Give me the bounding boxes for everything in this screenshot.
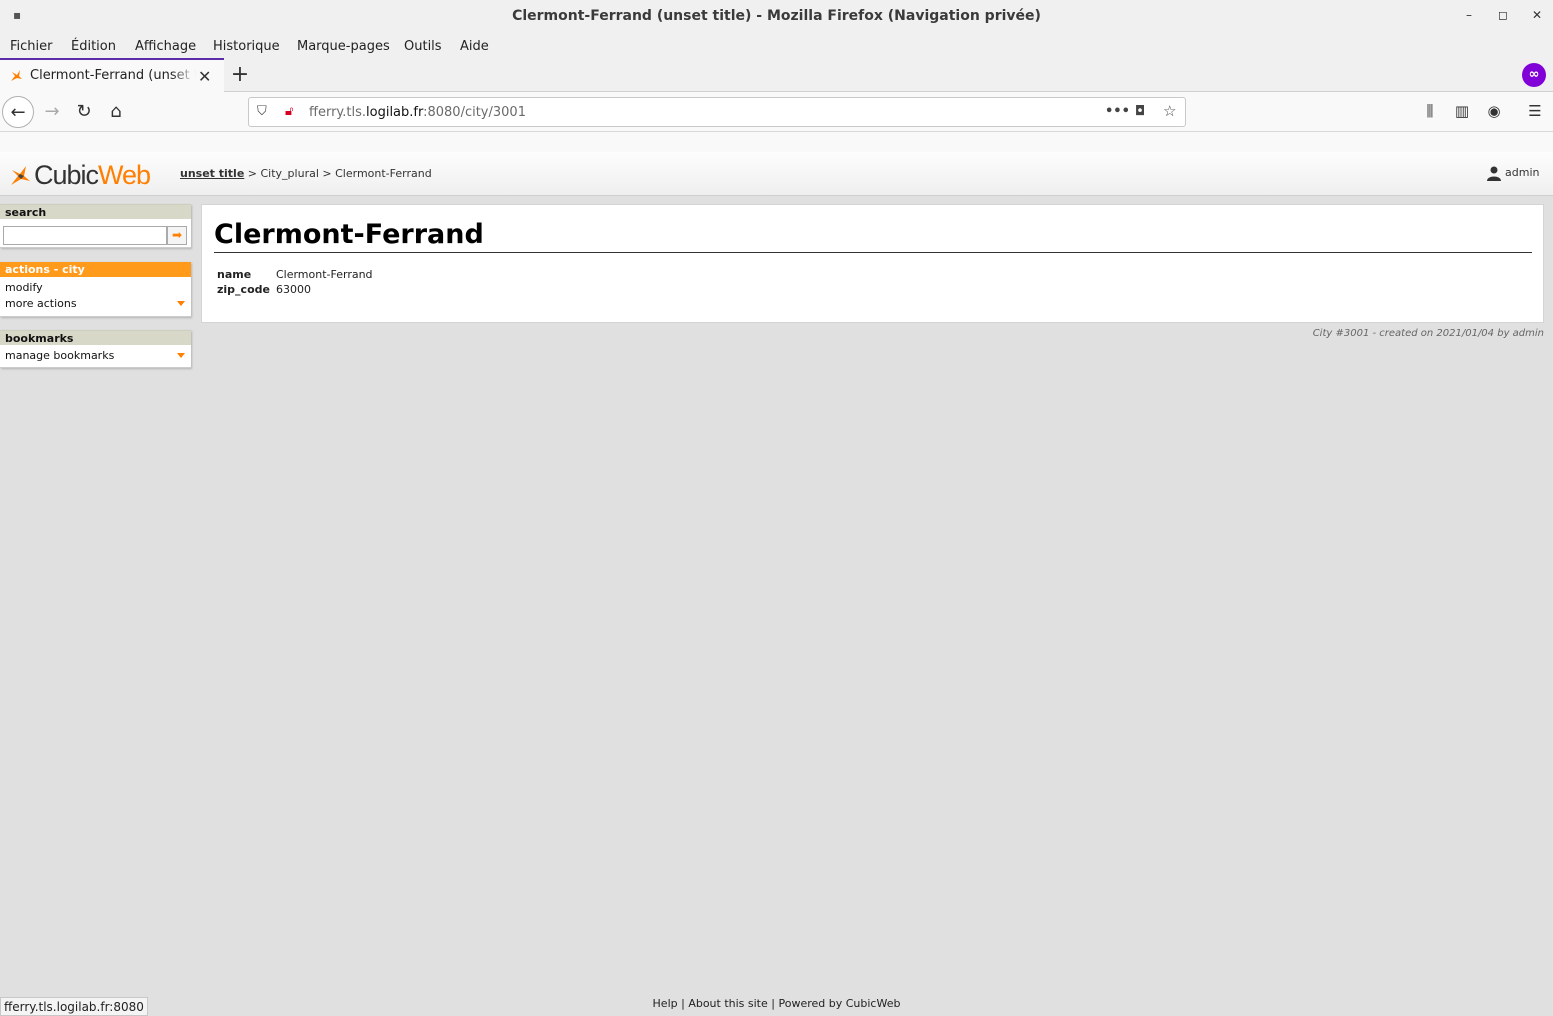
close-tab-icon[interactable]: ✕ bbox=[198, 67, 211, 86]
menu-edition[interactable]: Édition bbox=[71, 39, 116, 54]
tracking-shield-icon[interactable]: ⛉ bbox=[257, 104, 267, 119]
chevron-down-icon[interactable] bbox=[177, 353, 185, 358]
private-browsing-icon: ∞ bbox=[1522, 63, 1546, 87]
navbar: ← → ↻ ⌂ ⛉ 🔓︎ fferry.tls.logilab.fr:8080/… bbox=[0, 92, 1553, 132]
hamburger-menu-icon[interactable]: ☰ bbox=[1524, 102, 1546, 120]
page-title: Clermont-Ferrand bbox=[214, 219, 1532, 253]
cubicweb-favicon-icon bbox=[11, 70, 22, 81]
actions-box: actions - city modify more actions bbox=[0, 262, 191, 317]
attributes-table: name Clermont-Ferrand zip_code 63000 bbox=[215, 267, 375, 297]
library-icon[interactable]: ⫼ bbox=[1419, 102, 1441, 120]
menubar: Fichier Édition Affichage Historique Mar… bbox=[0, 34, 1553, 58]
bookmark-star-icon[interactable]: ☆ bbox=[1163, 102, 1176, 120]
footer-powered-by-link[interactable]: Powered by CubicWeb bbox=[778, 997, 900, 1010]
menu-aide[interactable]: Aide bbox=[460, 39, 489, 54]
user-name: admin bbox=[1505, 166, 1540, 179]
user-menu[interactable]: admin bbox=[1486, 165, 1539, 181]
menu-fichier[interactable]: Fichier bbox=[10, 39, 53, 54]
url-bar[interactable]: ⛉ 🔓︎ fferry.tls.logilab.fr:8080/city/300… bbox=[248, 97, 1186, 127]
status-bar: fferry.tls.logilab.fr:8080 bbox=[0, 997, 148, 1016]
menu-affichage[interactable]: Affichage bbox=[135, 39, 196, 54]
breadcrumb: unset title > City_plural > Clermont-Fer… bbox=[180, 167, 432, 180]
more-actions-label: more actions bbox=[5, 297, 77, 310]
attribute-value: Clermont-Ferrand bbox=[275, 268, 373, 281]
action-more-actions[interactable]: more actions bbox=[0, 296, 191, 312]
logo-text: CubicWeb bbox=[34, 160, 151, 190]
reload-button[interactable]: ↻ bbox=[68, 96, 100, 128]
search-input[interactable] bbox=[3, 226, 167, 245]
search-go-button[interactable]: ➡ bbox=[167, 226, 187, 245]
cw-header: CubicWeb unset title > City_plural > Cle… bbox=[0, 152, 1553, 196]
minimize-button[interactable]: – bbox=[1461, 8, 1477, 22]
breadcrumb-separator: > bbox=[322, 167, 336, 180]
pocket-icon[interactable]: ◘ bbox=[1135, 104, 1145, 119]
attribute-value: 63000 bbox=[275, 283, 311, 296]
main-content: Clermont-Ferrand name Clermont-Ferrand z… bbox=[201, 204, 1544, 323]
breadcrumb-root-link[interactable]: unset title bbox=[180, 167, 244, 180]
back-button[interactable]: ← bbox=[2, 96, 34, 128]
close-window-button[interactable]: ✕ bbox=[1529, 8, 1545, 22]
user-icon bbox=[1487, 166, 1501, 181]
account-icon[interactable]: ◉ bbox=[1483, 102, 1505, 120]
search-box: search ➡ bbox=[0, 204, 191, 248]
sidebar-toggle-icon[interactable]: ▥ bbox=[1451, 102, 1473, 120]
tabbar: Clermont-Ferrand (unset title) ✕ + ∞ bbox=[0, 58, 1553, 92]
attribute-label: name bbox=[217, 268, 252, 281]
menu-marque-pages[interactable]: Marque-pages bbox=[297, 39, 390, 54]
breadcrumb-current: Clermont-Ferrand bbox=[335, 167, 432, 180]
footer-about-link[interactable]: About this site bbox=[688, 997, 767, 1010]
attribute-row: zip_code 63000 bbox=[215, 282, 375, 297]
toolbar-spacer bbox=[0, 132, 1553, 152]
cubicweb-logo-icon bbox=[11, 166, 30, 185]
manage-bookmarks[interactable]: manage bookmarks bbox=[0, 348, 191, 364]
tab-active[interactable]: Clermont-Ferrand (unset title) ✕ bbox=[0, 58, 224, 92]
home-button[interactable]: ⌂ bbox=[100, 96, 132, 128]
tab-title: Clermont-Ferrand (unset title) bbox=[30, 68, 196, 83]
breadcrumb-separator: > bbox=[247, 167, 261, 180]
new-tab-button[interactable]: + bbox=[230, 62, 250, 87]
chevron-down-icon[interactable] bbox=[177, 301, 185, 306]
page-actions-icon[interactable]: ••• bbox=[1105, 104, 1130, 119]
footer-separator: | bbox=[767, 997, 779, 1010]
attribute-label: zip_code bbox=[217, 283, 270, 296]
insecure-lock-icon[interactable]: 🔓︎ bbox=[285, 104, 293, 119]
actions-box-title: actions - city bbox=[0, 262, 191, 277]
action-modify[interactable]: modify bbox=[0, 280, 191, 296]
window-titlebar: ▪ Clermont-Ferrand (unset title) - Mozil… bbox=[0, 0, 1553, 34]
maximize-button[interactable]: ◻ bbox=[1495, 8, 1511, 22]
entity-metadata: City #3001 - created on 2021/01/04 by ad… bbox=[1312, 328, 1544, 339]
footer-help-link[interactable]: Help bbox=[653, 997, 678, 1010]
menu-historique[interactable]: Historique bbox=[213, 39, 280, 54]
bookmarks-box-title: bookmarks bbox=[0, 330, 191, 345]
window-title: Clermont-Ferrand (unset title) - Mozilla… bbox=[512, 8, 1041, 24]
breadcrumb-city-plural[interactable]: City_plural bbox=[261, 167, 319, 180]
attribute-row: name Clermont-Ferrand bbox=[215, 267, 375, 282]
footer: Help | About this site | Powered by Cubi… bbox=[0, 997, 1553, 1010]
search-box-title: search bbox=[0, 204, 191, 219]
manage-bookmarks-label: manage bookmarks bbox=[5, 349, 115, 362]
footer-separator: | bbox=[677, 997, 689, 1010]
forward-button[interactable]: → bbox=[36, 96, 68, 128]
url-text[interactable]: fferry.tls.logilab.fr:8080/city/3001 bbox=[309, 105, 526, 120]
menu-outils[interactable]: Outils bbox=[404, 39, 442, 54]
bookmarks-box: bookmarks manage bookmarks bbox=[0, 330, 191, 368]
